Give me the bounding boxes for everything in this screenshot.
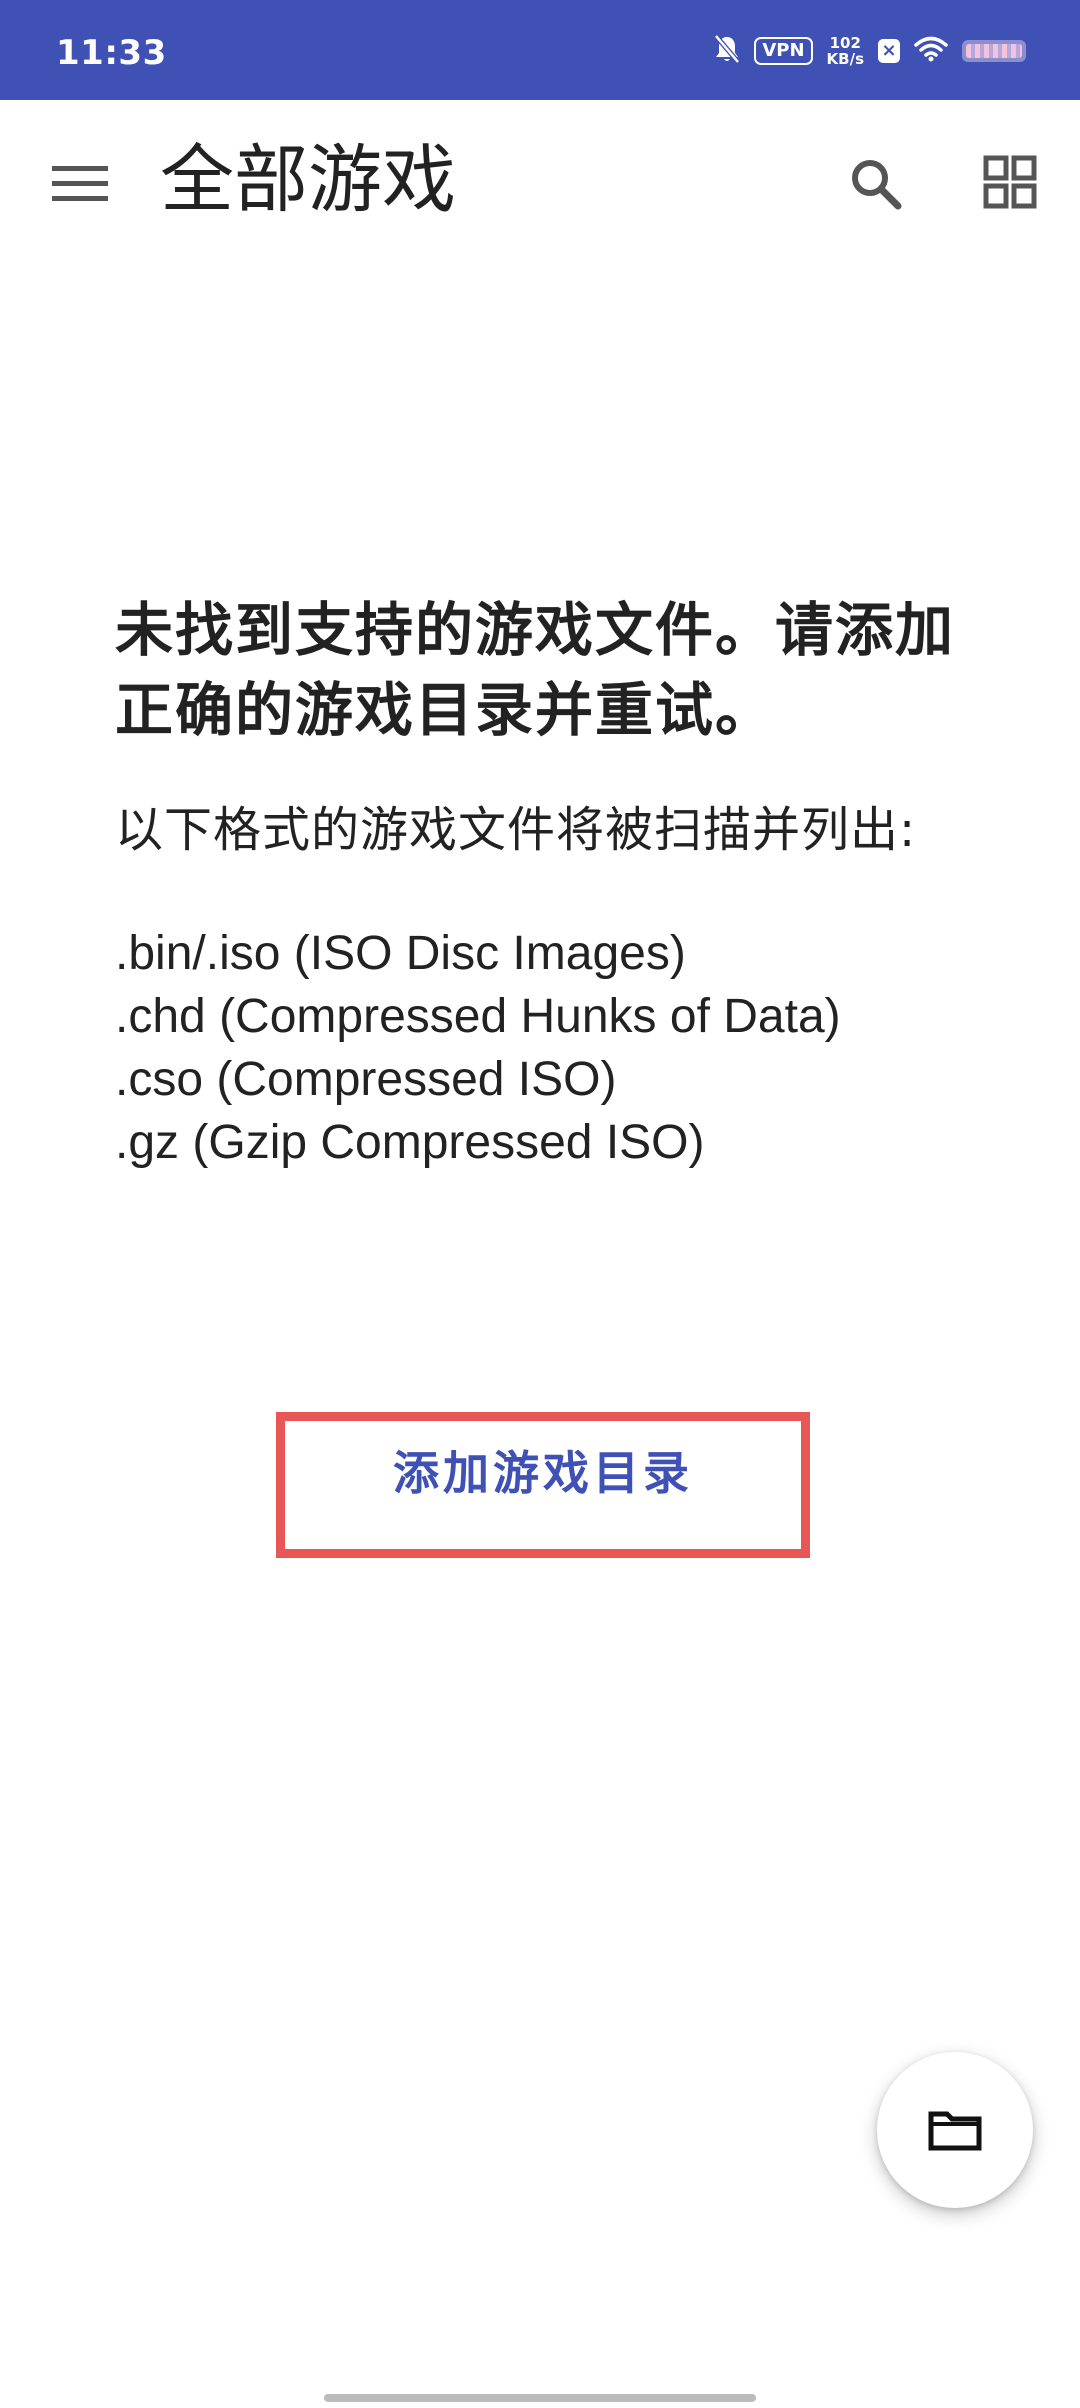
app-bar: 全部游戏 xyxy=(0,100,1080,260)
home-indicator[interactable] xyxy=(324,2394,756,2402)
format-item: .bin/.iso (ISO Disc Images) xyxy=(115,927,686,980)
add-game-directory-label: 添加游戏目录 xyxy=(393,1446,693,1500)
supported-formats-list: .bin/.iso (ISO Disc Images) .chd (Compre… xyxy=(115,922,975,1174)
battery-level xyxy=(966,44,1022,58)
empty-state: 未找到支持的游戏文件。请添加正确的游戏目录并重试。 以下格式的游戏文件将被扫描并… xyxy=(115,590,975,1174)
speed-value: 102 xyxy=(829,34,861,52)
grid-view-icon xyxy=(983,155,1037,209)
add-game-directory-button[interactable]: 添加游戏目录 xyxy=(276,1412,810,1558)
mute-bell-icon xyxy=(714,34,741,68)
x-badge-icon: × xyxy=(878,39,900,63)
network-speed: 102 KB/s xyxy=(827,35,864,67)
battery-icon xyxy=(962,40,1026,62)
status-icons: VPN 102 KB/s × xyxy=(714,34,1026,68)
empty-heading: 未找到支持的游戏文件。请添加正确的游戏目录并重试。 xyxy=(115,596,956,744)
page-title: 全部游戏 xyxy=(160,137,456,223)
add-folder-fab[interactable] xyxy=(877,2052,1033,2208)
menu-button[interactable] xyxy=(40,144,120,224)
format-item: .gz (Gzip Compressed ISO) xyxy=(115,1116,705,1169)
wifi-icon xyxy=(914,36,948,66)
speed-unit: KB/s xyxy=(826,50,864,68)
folder-icon xyxy=(928,2111,982,2151)
supported-formats-intro: 以下格式的游戏文件将被扫描并列出: xyxy=(115,802,917,858)
vpn-icon: VPN xyxy=(754,37,813,65)
menu-icon xyxy=(52,166,108,201)
grid-view-button[interactable] xyxy=(970,144,1050,224)
status-time: 11:33 xyxy=(56,33,167,73)
search-button[interactable] xyxy=(836,144,916,224)
format-item: .chd (Compressed Hunks of Data) xyxy=(115,990,841,1043)
search-icon xyxy=(852,160,902,210)
screen: 11:33 VPN 102 KB/s × 全部游戏 未找到支持的游戏文件。请添加… xyxy=(0,0,1080,2408)
format-item: .cso (Compressed ISO) xyxy=(115,1053,617,1106)
status-bar: 11:33 VPN 102 KB/s × xyxy=(0,0,1080,100)
